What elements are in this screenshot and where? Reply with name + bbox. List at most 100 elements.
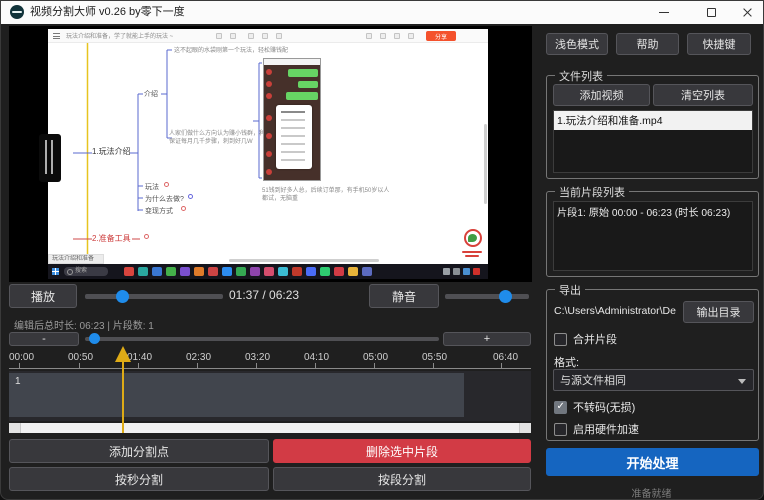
segment-list-group: 当前片段列表 片段1: 原始 00:00 - 06:23 (时长 06:23)	[546, 191, 759, 277]
delete-segment-button[interactable]: 删除选中片段	[273, 439, 531, 463]
chat-avatar	[266, 151, 272, 157]
recorded-taskbar: 搜索	[48, 264, 488, 279]
scroll-left-button[interactable]	[9, 423, 21, 433]
mindmap-marker-icon	[188, 194, 193, 199]
outline-icon	[366, 33, 372, 39]
zoom-out-button[interactable]: -	[9, 332, 79, 346]
no-transcode-checkbox[interactable]	[554, 401, 567, 414]
taskbar-app-icon	[362, 267, 372, 276]
recorded-mindmap-toolbar: 玩法介绍和准备，学了就能上手的玩法 ~ 分享	[48, 29, 488, 43]
no-transcode-label: 不转码(无损)	[573, 399, 635, 415]
mindmap-canvas: 1.玩法介绍 介绍 玩法 为什么去做? 变现方式 2.准备工具 这不起眼的水袋刚…	[48, 43, 488, 264]
mindmap-note-top: 这不起眼的水袋刚第一个玩法，轻松赚钱配	[174, 45, 288, 54]
segment-list-item[interactable]: 片段1: 原始 00:00 - 06:23 (时长 06:23)	[554, 202, 752, 221]
redo-icon	[230, 33, 236, 39]
close-icon	[742, 7, 753, 18]
phone-screenshot	[263, 58, 321, 181]
timeline-track[interactable]: 1	[9, 371, 531, 421]
light-mode-button[interactable]: 浅色模式	[546, 33, 608, 55]
merge-checkbox[interactable]	[554, 333, 567, 346]
mindmap-vscrollbar	[484, 124, 487, 204]
mute-button[interactable]: 静音	[369, 284, 439, 308]
maximize-button[interactable]	[694, 1, 728, 24]
no-transcode-checkbox-row[interactable]: 不转码(无损)	[554, 399, 635, 415]
mindmap-branch-money: 变现方式	[145, 206, 173, 216]
seek-slider[interactable]	[85, 294, 223, 299]
segment-number: 1	[15, 376, 21, 387]
taskbar-app-icon	[138, 267, 148, 276]
video-side-panel	[39, 134, 61, 182]
file-list-item[interactable]: 1.玩法介绍和准备.mp4	[554, 111, 752, 130]
seek-slider-thumb[interactable]	[116, 290, 129, 303]
chat-avatar	[266, 93, 272, 99]
taskbar-app-icon	[222, 267, 232, 276]
share-button: 分享	[426, 31, 456, 41]
taskbar-app-icon	[208, 267, 218, 276]
add-split-point-button[interactable]: 添加分割点	[9, 439, 269, 463]
right-panel: 浅色模式 帮助 快捷键 文件列表 添加视频 清空列表 1.玩法介绍和准备.mp4…	[538, 26, 764, 500]
volume-slider[interactable]	[445, 294, 529, 299]
format-dropdown[interactable]: 与源文件相同	[553, 369, 754, 391]
split-by-seconds-button[interactable]: 按秒分割	[9, 467, 269, 491]
ruler-label: 02:30	[186, 352, 211, 363]
hw-accel-checkbox-row[interactable]: 启用硬件加速	[554, 421, 639, 437]
close-button[interactable]	[730, 1, 764, 24]
chat-avatar	[266, 81, 272, 87]
video-watermark	[446, 229, 486, 263]
chat-avatar	[266, 133, 272, 139]
segment-listbox[interactable]: 片段1: 原始 00:00 - 06:23 (时长 06:23)	[553, 201, 753, 271]
titlebar: 视频分割大师 v0.26 by零下一度	[1, 1, 763, 24]
file-list-group: 文件列表 添加视频 清空列表 1.玩法介绍和准备.mp4	[546, 75, 759, 179]
video-preview[interactable]: 玩法介绍和准备，学了就能上手的玩法 ~ 分享 1.玩法介绍	[9, 26, 532, 282]
clear-list-button[interactable]: 清空列表	[653, 84, 753, 106]
output-dir-button[interactable]: 输出目录	[683, 301, 754, 323]
shortcuts-button[interactable]: 快捷键	[687, 33, 751, 55]
ruler-label: 05:00	[363, 352, 388, 363]
add-video-button[interactable]: 添加视频	[553, 84, 650, 106]
insert-icon	[276, 33, 282, 39]
chevron-down-icon	[738, 379, 746, 384]
file-list-title: 文件列表	[555, 68, 607, 84]
status-text: 准备就绪	[538, 485, 764, 500]
style-icon	[262, 33, 268, 39]
minimize-button[interactable]	[647, 1, 681, 24]
volume-slider-thumb[interactable]	[499, 290, 512, 303]
timeline-zoom-slider[interactable]	[85, 337, 439, 341]
mindmap-sheet-tab: 玩法介绍和准备	[48, 254, 104, 264]
timeline-zoom-thumb[interactable]	[89, 333, 100, 344]
timeline-ruler: 00:00 00:50 01:40 02:30 03:20 04:10 05:0…	[9, 351, 531, 369]
app-window: 视频分割大师 v0.26 by零下一度 玩法介绍和准备，学了就能上手的玩法 ~	[0, 0, 764, 500]
merge-checkbox-row[interactable]: 合并片段	[554, 331, 617, 347]
mindmap-note-phone-2: 都试，无脑重	[262, 193, 298, 202]
zoom-in-button[interactable]: +	[443, 332, 531, 346]
mindmap-note-mid-2: 保证每月几千步骤，刺到好几W	[169, 136, 253, 145]
scroll-right-button[interactable]	[519, 423, 531, 433]
menu-icon	[53, 33, 60, 39]
start-processing-button[interactable]: 开始处理	[546, 448, 759, 476]
ruler-label: 03:20	[245, 352, 270, 363]
timeline-scrollbar[interactable]	[9, 423, 531, 433]
phone-popup-menu	[276, 105, 312, 169]
edit-info-text: 编辑后总时长: 06:23 | 片段数: 1	[14, 317, 154, 332]
timeline-segment[interactable]: 1	[9, 373, 464, 417]
phone-statusbar	[264, 59, 320, 65]
format-label: 格式:	[554, 354, 579, 370]
play-button[interactable]: 播放	[9, 284, 77, 308]
chat-bubble	[286, 92, 318, 100]
ruler-label: 00:00	[9, 352, 34, 363]
ruler-label: 01:40	[127, 352, 152, 363]
taskbar-app-icon	[348, 267, 358, 276]
taskbar-app-icon	[124, 267, 134, 276]
mindmap-node-main: 1.玩法介绍	[92, 146, 131, 157]
mindmap-branch-play: 玩法	[145, 182, 159, 192]
split-by-segments-button[interactable]: 按段分割	[273, 467, 531, 491]
ruler-label: 04:10	[304, 352, 329, 363]
window-title: 视频分割大师 v0.26 by零下一度	[30, 1, 185, 24]
help-button[interactable]: 帮助	[616, 33, 679, 55]
ruler-label: 05:50	[422, 352, 447, 363]
taskbar-app-icon	[166, 267, 176, 276]
mindmap-hscrollbar	[229, 259, 379, 262]
file-listbox[interactable]: 1.玩法介绍和准备.mp4	[553, 110, 753, 173]
layout-icon	[248, 33, 254, 39]
hw-accel-checkbox[interactable]	[554, 423, 567, 436]
